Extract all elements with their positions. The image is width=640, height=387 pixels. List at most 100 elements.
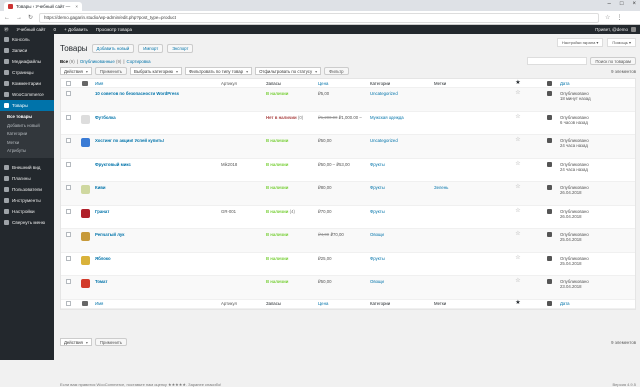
sidebar-item-collapse[interactable]: Свернуть меню: [0, 217, 54, 228]
apply-button[interactable]: Применить: [94, 67, 128, 75]
row-checkbox[interactable]: [65, 185, 71, 190]
submenu-item[interactable]: Все товары: [0, 113, 54, 122]
sidebar-item-plugins[interactable]: Плагины: [0, 173, 54, 184]
row-checkbox[interactable]: [65, 114, 71, 120]
featured-toggle-icon[interactable]: ☆: [515, 90, 520, 96]
product-type-icon[interactable]: [546, 301, 552, 306]
tag-link[interactable]: Зелень: [434, 185, 448, 190]
product-thumbnail[interactable]: [80, 208, 90, 218]
featured-star-icon[interactable]: ★: [515, 300, 520, 306]
search-input[interactable]: [527, 57, 588, 65]
product-name-link[interactable]: Гранат: [95, 209, 109, 214]
maximize-icon[interactable]: □: [620, 1, 624, 7]
reload-icon[interactable]: ↻: [28, 14, 33, 21]
bulk-action-select[interactable]: Действия ▾: [60, 338, 92, 346]
wp-logo-icon[interactable]: Ⓦ: [4, 27, 9, 33]
sidebar-item-media[interactable]: Медиафайлы: [0, 56, 54, 67]
product-name-link[interactable]: Репчатый лук: [95, 232, 124, 237]
screen-options-button[interactable]: Настройки экрана ▾: [556, 38, 604, 47]
featured-toggle-icon[interactable]: ☆: [515, 137, 520, 143]
browser-menu-icon[interactable]: ⋮: [616, 14, 622, 21]
row-checkbox[interactable]: [65, 208, 71, 214]
col-date[interactable]: Дата: [560, 301, 635, 306]
product-thumbnail[interactable]: [80, 232, 90, 241]
featured-star-icon[interactable]: ★: [515, 80, 520, 86]
comments-count[interactable]: 0: [54, 27, 57, 32]
import-button[interactable]: Импорт: [138, 44, 164, 53]
submenu-item[interactable]: Метки: [0, 139, 54, 148]
filter-published[interactable]: Опубликованные (9): [80, 59, 122, 64]
bookmark-star-icon[interactable]: ☆: [605, 14, 610, 21]
product-name-link[interactable]: 10 советов по безопасности WordPress: [95, 91, 179, 96]
help-button[interactable]: Помощь ▾: [607, 38, 636, 47]
col-name[interactable]: Имя: [95, 301, 221, 306]
category-link[interactable]: Мужская одежда: [370, 115, 404, 120]
featured-toggle-icon[interactable]: ☆: [515, 114, 520, 120]
product-name-link[interactable]: Хостинг по акции! Успей купить!: [95, 138, 164, 143]
col-sku[interactable]: Артикул: [221, 81, 266, 86]
browser-tab[interactable]: Товары ‹ Учебный сайт — ×: [4, 2, 82, 11]
featured-toggle-icon[interactable]: ☆: [515, 161, 520, 167]
filter-sorting[interactable]: Сортировка: [127, 59, 151, 64]
row-checkbox[interactable]: [65, 255, 71, 261]
site-name-link[interactable]: Учебный сайт: [17, 27, 46, 32]
row-checkbox[interactable]: [65, 91, 71, 96]
product-thumbnail[interactable]: [80, 114, 90, 124]
sidebar-item-appearance[interactable]: Внешний вид: [0, 162, 54, 173]
search-button[interactable]: Поиск по товарам: [590, 57, 636, 65]
featured-toggle-icon[interactable]: ☆: [515, 208, 520, 214]
close-window-icon[interactable]: ×: [632, 1, 636, 7]
forward-icon[interactable]: →: [16, 15, 22, 21]
product-type-icon[interactable]: [546, 80, 552, 86]
sidebar-item-pin[interactable]: Записи: [0, 45, 54, 56]
add-new-menu[interactable]: + Добавить: [64, 27, 88, 32]
sidebar-item-products[interactable]: Товары: [0, 100, 54, 111]
filter-button[interactable]: Фильтр: [324, 67, 349, 75]
select-all-checkbox[interactable]: [65, 80, 71, 86]
account-menu[interactable]: Привет, @demo: [595, 27, 636, 32]
select-all-checkbox[interactable]: [65, 301, 71, 306]
sidebar-item-woo[interactable]: WooCommerce: [0, 89, 54, 100]
stock-status-select[interactable]: Отфильтровать по статусу ▾: [255, 67, 322, 75]
col-price[interactable]: Цена: [318, 81, 370, 86]
col-price[interactable]: Цена: [318, 301, 370, 306]
export-button[interactable]: Экспорт: [167, 44, 194, 53]
row-checkbox[interactable]: [65, 138, 71, 143]
url-field[interactable]: https://demo.gagarin.studio/wp-admin/edi…: [39, 12, 600, 23]
product-thumbnail[interactable]: [80, 255, 90, 265]
col-date[interactable]: Дата: [560, 81, 635, 86]
product-name-link[interactable]: Яблоко: [95, 256, 111, 261]
category-link[interactable]: Uncategorized: [370, 91, 398, 96]
category-link[interactable]: Фрукты: [370, 209, 385, 214]
product-thumbnail[interactable]: [80, 185, 90, 194]
row-checkbox[interactable]: [65, 232, 71, 237]
featured-toggle-icon[interactable]: ☆: [515, 231, 520, 237]
view-product-link[interactable]: Просмотр товара: [96, 27, 132, 32]
category-link[interactable]: Uncategorized: [370, 138, 398, 143]
product-type-select[interactable]: Фильтровать по типу товар ▾: [185, 67, 253, 75]
category-link[interactable]: Овощи: [370, 279, 384, 284]
product-thumbnail[interactable]: [80, 279, 90, 288]
category-link[interactable]: Фрукты: [370, 256, 385, 261]
apply-button[interactable]: Применить: [94, 338, 128, 346]
add-new-button[interactable]: Добавить новый: [91, 44, 135, 53]
back-icon[interactable]: ←: [4, 15, 10, 21]
product-name-link[interactable]: Киви: [95, 185, 106, 190]
featured-toggle-icon[interactable]: ☆: [515, 255, 520, 261]
submenu-item[interactable]: Атрибуты: [0, 147, 54, 156]
submenu-item[interactable]: Добавить новый: [0, 122, 54, 131]
row-checkbox[interactable]: [65, 161, 71, 167]
featured-toggle-icon[interactable]: ☆: [515, 278, 520, 284]
featured-toggle-icon[interactable]: ☆: [515, 184, 520, 190]
minimize-icon[interactable]: –: [608, 1, 611, 7]
product-name-link[interactable]: Томат: [95, 279, 108, 284]
sidebar-item-settings[interactable]: Настройки: [0, 206, 54, 217]
row-checkbox[interactable]: [65, 279, 71, 284]
sidebar-item-tools[interactable]: Инструменты: [0, 195, 54, 206]
sidebar-item-dashboard[interactable]: Консоль: [0, 34, 54, 45]
category-link[interactable]: Фрукты: [370, 185, 385, 190]
sidebar-item-comments[interactable]: Комментарии: [0, 78, 54, 89]
category-link[interactable]: Фрукты: [370, 162, 385, 167]
col-name[interactable]: Имя: [95, 81, 221, 86]
sidebar-item-pages[interactable]: Страницы: [0, 67, 54, 78]
